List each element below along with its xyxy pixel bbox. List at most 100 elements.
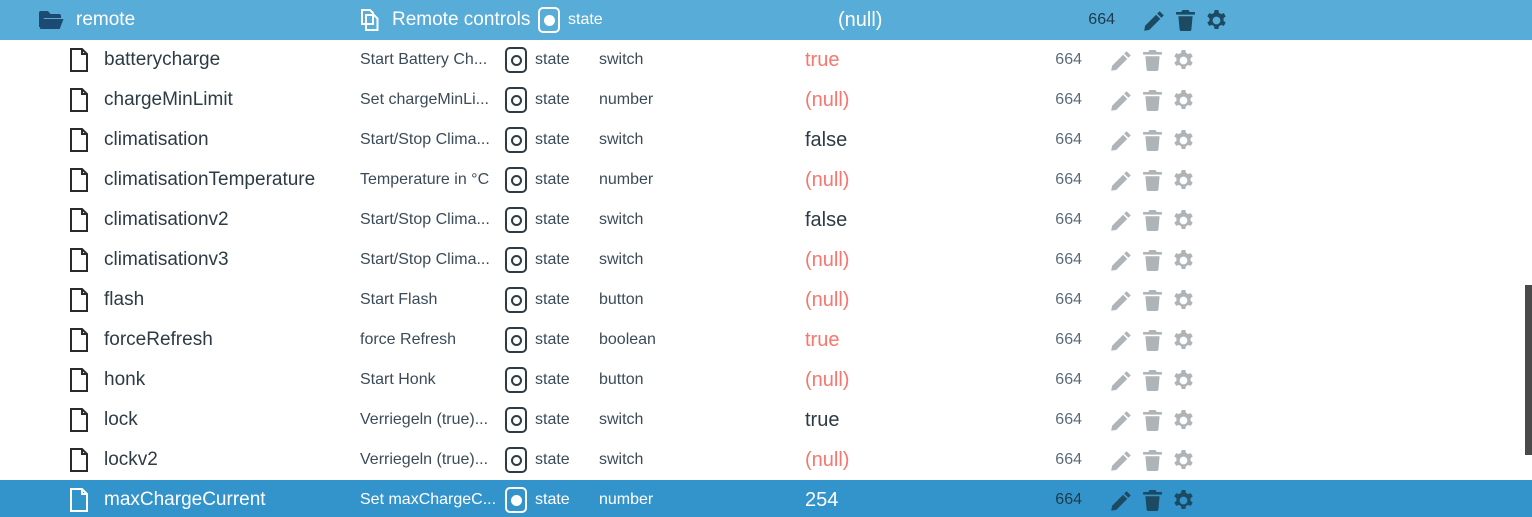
name-cell: lockv2 (0, 447, 360, 473)
state-toggle-hollow-icon[interactable] (505, 367, 527, 393)
edit-action[interactable] (1110, 129, 1132, 151)
delete-action[interactable] (1141, 489, 1163, 511)
state-toggle-hollow-icon[interactable] (505, 287, 527, 313)
table-row[interactable]: lock Verriegeln (true)... state switch true 6… (0, 400, 1532, 440)
table-row[interactable]: batterycharge Start Battery Ch... state swi… (0, 40, 1532, 80)
state-channel-cell[interactable]: state (505, 167, 595, 193)
row-actions (1090, 209, 1532, 231)
settings-action[interactable] (1172, 249, 1194, 271)
table-row[interactable]: honk Start Honk state button (null) 664 (0, 360, 1532, 400)
description-cell: Remote controls (360, 8, 538, 32)
edit-action[interactable] (1110, 329, 1132, 351)
state-channel-cell[interactable]: state (505, 47, 595, 73)
delete-action[interactable] (1141, 209, 1163, 231)
delete-action[interactable] (1141, 329, 1163, 351)
role-number-cell: 664 (1055, 131, 1082, 148)
state-toggle-hollow-icon[interactable] (505, 407, 527, 433)
state-channel-cell[interactable]: state (505, 367, 595, 393)
role-number-cell: 664 (1055, 451, 1082, 468)
state-toggle-hollow-icon[interactable] (505, 47, 527, 73)
settings-action[interactable] (1172, 89, 1194, 111)
delete-action[interactable] (1141, 409, 1163, 431)
group-header-row[interactable]: remote Remote controls state (null) 664 (0, 0, 1532, 40)
value-cell: (null) (805, 288, 850, 311)
state-toggle-hollow-icon[interactable] (505, 87, 527, 113)
table-row[interactable]: forceRefresh force Refresh state boolean tru… (0, 320, 1532, 360)
state-toggle-hollow-icon[interactable] (505, 327, 527, 353)
state-toggle-hollow-icon[interactable] (505, 207, 527, 233)
state-dot-icon (510, 254, 522, 266)
pencil-icon (1110, 490, 1132, 511)
settings-action[interactable] (1172, 49, 1194, 71)
settings-action[interactable] (1205, 9, 1227, 31)
trash-icon (1175, 9, 1195, 31)
vertical-scrollbar-track[interactable] (1525, 0, 1532, 517)
edit-action[interactable] (1143, 9, 1165, 31)
table-row[interactable]: climatisationv2 Start/Stop Clima... state s… (0, 200, 1532, 240)
settings-action[interactable] (1172, 289, 1194, 311)
edit-action[interactable] (1110, 289, 1132, 311)
delete-action[interactable] (1174, 9, 1196, 31)
edit-action[interactable] (1110, 209, 1132, 231)
state-channel-cell[interactable]: state (505, 247, 595, 273)
settings-action[interactable] (1172, 449, 1194, 471)
state-channel-cell[interactable]: state (505, 207, 595, 233)
name-cell: remote (0, 7, 360, 33)
table-row[interactable]: flash Start Flash state button (null) 664 (0, 280, 1532, 320)
settings-action[interactable] (1172, 209, 1194, 231)
state-channel-cell[interactable]: state (505, 127, 595, 153)
settings-action[interactable] (1172, 329, 1194, 351)
edit-action[interactable] (1110, 369, 1132, 391)
settings-action[interactable] (1172, 169, 1194, 191)
table-row[interactable]: lockv2 Verriegeln (true)... state switch (nu… (0, 440, 1532, 480)
table-row[interactable]: maxChargeCurrent Set maxChargeC... state nu… (0, 480, 1532, 517)
value-cell: true (805, 408, 840, 431)
edit-action[interactable] (1110, 169, 1132, 191)
state-channel-label: state (535, 171, 570, 188)
state-toggle-hollow-icon[interactable] (505, 127, 527, 153)
state-channel-cell[interactable]: state (505, 407, 595, 433)
state-channel-cell[interactable]: state (505, 87, 595, 113)
delete-action[interactable] (1141, 289, 1163, 311)
pencil-icon (1110, 450, 1132, 471)
edit-action[interactable] (1110, 49, 1132, 71)
delete-action[interactable] (1141, 129, 1163, 151)
table-row[interactable]: climatisationv3 Start/Stop Clima... state s… (0, 240, 1532, 280)
edit-action[interactable] (1110, 249, 1132, 271)
settings-action[interactable] (1172, 489, 1194, 511)
settings-action[interactable] (1172, 129, 1194, 151)
delete-action[interactable] (1141, 169, 1163, 191)
state-channel-cell[interactable]: state (505, 447, 595, 473)
state-toggle-hollow-icon[interactable] (505, 167, 527, 193)
row-actions (1123, 9, 1532, 31)
state-toggle-filled-icon[interactable] (505, 487, 527, 513)
type-cell: button (599, 291, 644, 308)
table-row[interactable]: chargeMinLimit Set chargeMinLi... state num… (0, 80, 1532, 120)
edit-action[interactable] (1110, 489, 1132, 511)
state-channel-cell[interactable]: state (505, 287, 595, 313)
state-channel-cell[interactable]: state (538, 7, 628, 33)
delete-action[interactable] (1141, 449, 1163, 471)
edit-action[interactable] (1110, 449, 1132, 471)
table-row[interactable]: climatisation Start/Stop Clima... state swi… (0, 120, 1532, 160)
state-channel-cell[interactable]: state (505, 487, 595, 513)
delete-action[interactable] (1141, 49, 1163, 71)
settings-action[interactable] (1172, 409, 1194, 431)
table-row[interactable]: climatisationTemperature Temperature in °… (0, 160, 1532, 200)
edit-action[interactable] (1110, 89, 1132, 111)
name-cell: forceRefresh (0, 327, 360, 353)
delete-action[interactable] (1141, 89, 1163, 111)
state-toggle-filled-icon[interactable] (538, 7, 560, 33)
edit-action[interactable] (1110, 409, 1132, 431)
vertical-scrollbar-thumb[interactable] (1525, 285, 1532, 455)
state-toggle-hollow-icon[interactable] (505, 247, 527, 273)
object-name: chargeMinLimit (104, 89, 233, 110)
state-toggle-hollow-icon[interactable] (505, 447, 527, 473)
state-channel-cell[interactable]: state (505, 327, 595, 353)
settings-action[interactable] (1172, 369, 1194, 391)
role-number-cell: 664 (1055, 51, 1082, 68)
trash-icon (1142, 89, 1162, 111)
document-icon (66, 247, 92, 273)
delete-action[interactable] (1141, 249, 1163, 271)
delete-action[interactable] (1141, 369, 1163, 391)
